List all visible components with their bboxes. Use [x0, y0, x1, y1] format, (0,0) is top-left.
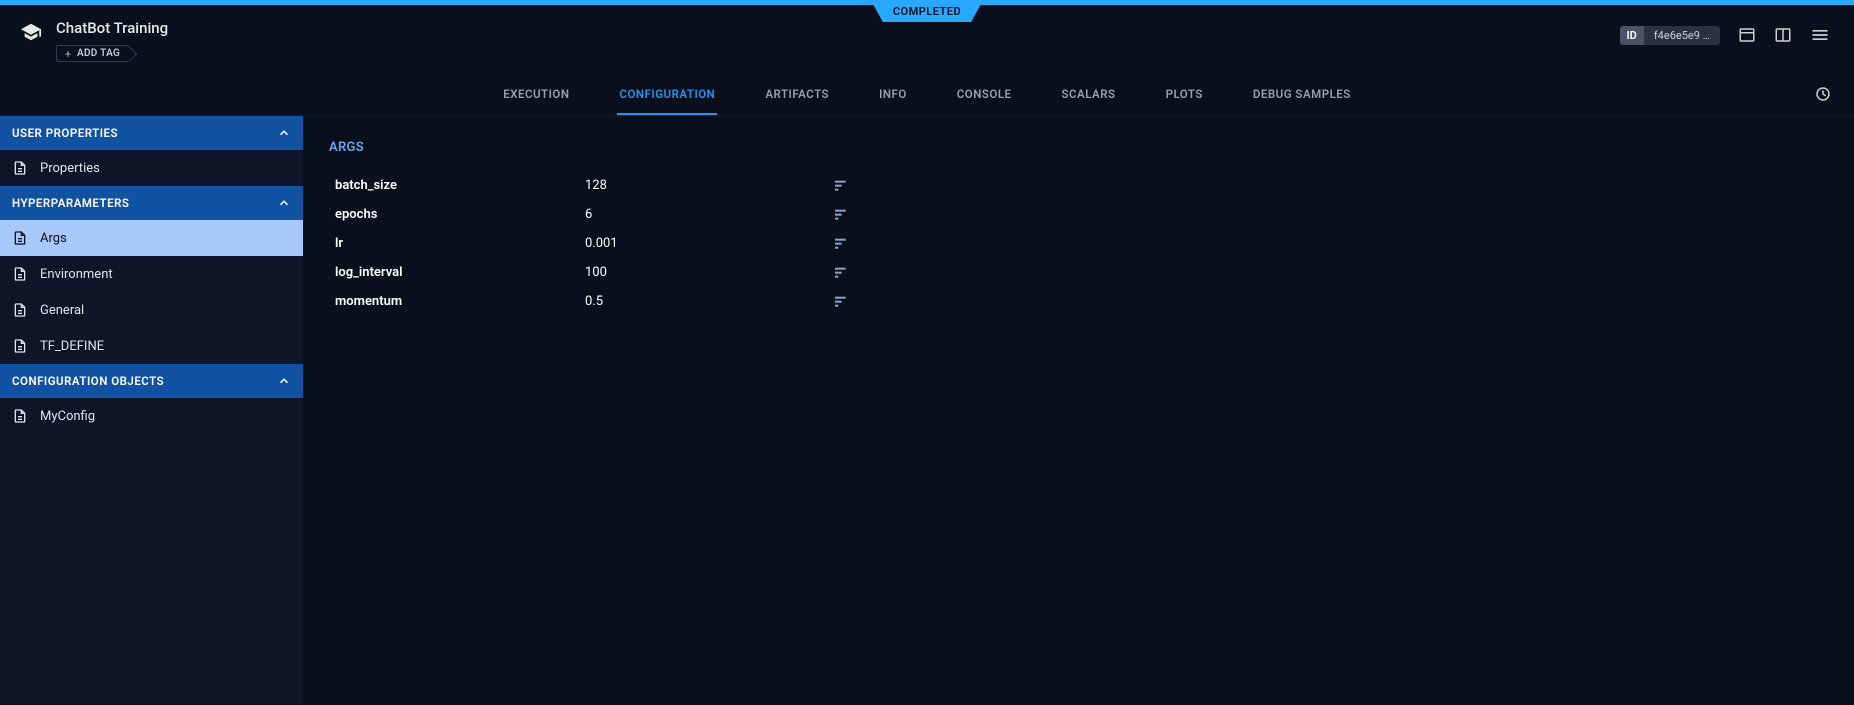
- document-icon: [12, 160, 28, 176]
- tab-plots[interactable]: PLOTS: [1164, 75, 1205, 115]
- sidebar-item-label: Properties: [40, 161, 100, 176]
- sidebar-item-environment[interactable]: Environment: [0, 256, 303, 292]
- plus-icon: [63, 49, 73, 59]
- add-tag-button[interactable]: ADD TAG: [56, 45, 129, 62]
- param-value: 0.5: [585, 294, 835, 309]
- chevron-up-icon: [277, 374, 291, 388]
- param-row: momentum0.5: [329, 287, 1828, 316]
- tab-execution[interactable]: EXECUTION: [501, 75, 571, 115]
- menu-icon[interactable]: [1810, 25, 1830, 45]
- sort-icon[interactable]: [835, 209, 875, 221]
- param-name: log_interval: [335, 265, 585, 280]
- sidebar: USER PROPERTIES Properties HYPERPARAMETERS…: [0, 116, 303, 704]
- section-user-properties[interactable]: USER PROPERTIES: [0, 116, 303, 150]
- sidebar-item-general[interactable]: General: [0, 292, 303, 328]
- tab-info[interactable]: INFO: [877, 75, 909, 115]
- param-value: 6: [585, 207, 835, 222]
- param-list: batch_size128epochs6lr0.001log_interval1…: [329, 171, 1828, 316]
- chevron-up-icon: [277, 126, 291, 140]
- sort-icon[interactable]: [835, 267, 875, 279]
- param-name: epochs: [335, 207, 585, 222]
- sidebar-item-label: Environment: [40, 267, 113, 282]
- content-section-title: ARGS: [329, 140, 1828, 155]
- document-icon: [12, 266, 28, 282]
- sidebar-item-tf_define[interactable]: TF_DEFINE: [0, 328, 303, 364]
- section-configuration-objects[interactable]: CONFIGURATION OBJECTS: [0, 364, 303, 398]
- tabs: EXECUTION CONFIGURATION ARTIFACTS INFO CONSO…: [0, 75, 1854, 116]
- sidebar-item-label: Args: [40, 231, 67, 246]
- tab-configuration[interactable]: CONFIGURATION: [617, 75, 717, 115]
- sort-icon[interactable]: [835, 238, 875, 250]
- param-value: 128: [585, 178, 835, 193]
- panel-icon[interactable]: [1738, 26, 1756, 44]
- param-row: batch_size128: [329, 171, 1828, 200]
- document-icon: [12, 302, 28, 318]
- status-badge: COMPLETED: [871, 0, 983, 22]
- layout-icon[interactable]: [1774, 26, 1792, 44]
- id-chip-label: ID: [1620, 26, 1644, 45]
- tab-scalars[interactable]: SCALARS: [1060, 75, 1118, 115]
- refresh-icon[interactable]: [1814, 85, 1832, 103]
- param-value: 100: [585, 265, 835, 280]
- param-name: lr: [335, 236, 585, 251]
- add-tag-label: ADD TAG: [77, 48, 120, 59]
- param-name: batch_size: [335, 178, 585, 193]
- sidebar-item-properties[interactable]: Properties: [0, 150, 303, 186]
- id-chip[interactable]: ID f4e6e5e9 …: [1620, 26, 1720, 45]
- tab-debug-samples[interactable]: DEBUG SAMPLES: [1251, 75, 1353, 115]
- param-row: lr0.001: [329, 229, 1828, 258]
- section-hyperparameters[interactable]: HYPERPARAMETERS: [0, 186, 303, 220]
- tab-console[interactable]: CONSOLE: [955, 75, 1014, 115]
- experiment-icon: [20, 21, 42, 43]
- sidebar-item-myconfig[interactable]: MyConfig: [0, 398, 303, 434]
- sidebar-item-label: MyConfig: [40, 409, 95, 424]
- param-row: log_interval100: [329, 258, 1828, 287]
- document-icon: [12, 338, 28, 354]
- document-icon: [12, 230, 28, 246]
- param-value: 0.001: [585, 236, 835, 251]
- sidebar-item-label: General: [40, 303, 84, 318]
- sidebar-item-label: TF_DEFINE: [40, 339, 104, 354]
- content: ARGS batch_size128epochs6lr0.001log_inte…: [303, 116, 1854, 704]
- chevron-up-icon: [277, 196, 291, 210]
- param-row: epochs6: [329, 200, 1828, 229]
- sort-icon[interactable]: [835, 180, 875, 192]
- sidebar-item-args[interactable]: Args: [0, 220, 303, 256]
- id-chip-value: f4e6e5e9 …: [1644, 26, 1720, 45]
- page-title: ChatBot Training: [56, 19, 168, 37]
- param-name: momentum: [335, 294, 585, 309]
- tab-artifacts[interactable]: ARTIFACTS: [763, 75, 831, 115]
- sort-icon[interactable]: [835, 296, 875, 308]
- document-icon: [12, 408, 28, 424]
